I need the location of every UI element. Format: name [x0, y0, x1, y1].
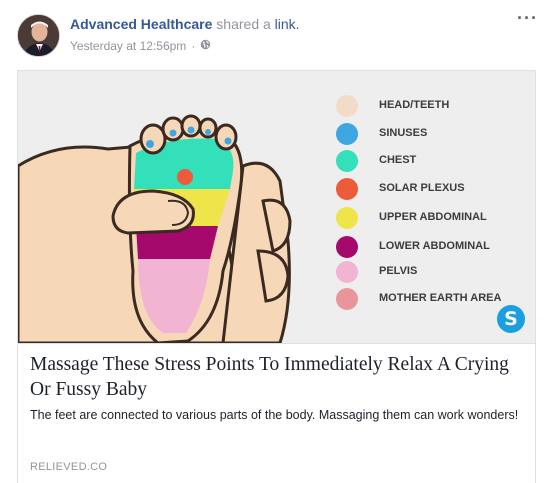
- post-attribution: Advanced Healthcare shared a link.: [70, 16, 300, 32]
- legend-item: HEAD/TEETH: [336, 95, 535, 117]
- legend-item: LOWER ABDOMINAL: [336, 236, 535, 258]
- legend-dot: [336, 178, 358, 200]
- card-divider: [18, 343, 535, 344]
- legend-dot: [336, 207, 358, 229]
- globe-icon[interactable]: [200, 39, 211, 53]
- legend-label: CHEST: [379, 154, 417, 166]
- site-logo-badge: S: [497, 305, 525, 333]
- legend-label: LOWER ABDOMINAL: [379, 240, 490, 252]
- meta-separator: ·: [191, 39, 196, 53]
- legend-item: CHEST: [336, 150, 535, 172]
- legend-dot: [336, 288, 358, 310]
- legend-label: SINUSES: [379, 127, 428, 139]
- legend-dot: [336, 123, 358, 145]
- article-image[interactable]: HEAD/TEETH SINUSES CHEST SOLAR PLEXUS UP…: [18, 71, 535, 343]
- legend-label: SOLAR PLEXUS: [379, 182, 465, 194]
- legend-label: UPPER ABDOMINAL: [379, 211, 487, 223]
- legend-dot: [336, 236, 358, 258]
- author-name[interactable]: Advanced Healthcare: [70, 16, 212, 32]
- post-meta: Yesterday at 12:56pm ·: [70, 39, 211, 53]
- action-text: shared a: [216, 16, 271, 32]
- article-description[interactable]: The feet are connected to various parts …: [30, 407, 525, 424]
- legend-label: HEAD/TEETH: [379, 99, 450, 111]
- legend-item: SOLAR PLEXUS: [336, 178, 535, 200]
- legend-dot: [336, 95, 358, 117]
- timestamp[interactable]: Yesterday at 12:56pm: [70, 39, 186, 53]
- article-domain[interactable]: RELIEVED.CO: [30, 461, 107, 473]
- legend-item: UPPER ABDOMINAL: [336, 207, 535, 229]
- avatar[interactable]: [17, 14, 60, 57]
- legend-dot: [336, 150, 358, 172]
- post-header: Advanced Healthcare shared a link. Yeste…: [0, 0, 547, 70]
- link-word[interactable]: link.: [275, 16, 300, 32]
- legend-item: SINUSES: [336, 123, 535, 145]
- legend-label: PELVIS: [379, 265, 418, 277]
- article-title[interactable]: Massage These Stress Points To Immediate…: [30, 352, 525, 402]
- more-options-icon[interactable]: ···: [517, 8, 538, 29]
- legend-label: MOTHER EARTH AREA: [379, 292, 502, 304]
- legend-item: PELVIS: [336, 261, 535, 283]
- legend-dot: [336, 261, 358, 283]
- link-preview-card[interactable]: HEAD/TEETH SINUSES CHEST SOLAR PLEXUS UP…: [17, 70, 536, 483]
